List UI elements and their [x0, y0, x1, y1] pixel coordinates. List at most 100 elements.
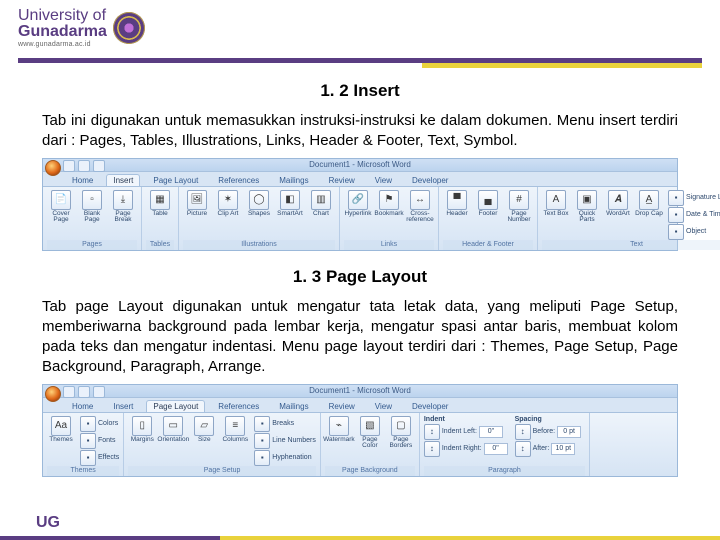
spinner-value[interactable]: 0 pt: [557, 426, 581, 438]
tab-mailings[interactable]: Mailings: [272, 400, 315, 412]
ribbon-button-watermark[interactable]: ⌁Watermark: [325, 416, 353, 444]
small-icon: ▪: [254, 450, 270, 466]
ribbon-button-page-number[interactable]: #Page Number: [505, 190, 533, 224]
paragraph-field[interactable]: ↕Before:0 pt: [515, 424, 582, 440]
ribbon-button-cross-reference[interactable]: ↔Cross-reference: [406, 190, 434, 224]
ribbon-group-label: Text: [542, 240, 720, 250]
ribbon-button-wordart[interactable]: 𝑨WordArt: [604, 190, 632, 218]
paragraph-field[interactable]: ↕Indent Left:0": [424, 424, 508, 440]
ribbon-button-size[interactable]: ▱Size: [190, 416, 218, 444]
tab-references[interactable]: References: [211, 400, 266, 412]
ribbon-button-orientation[interactable]: ▭Orientation: [159, 416, 187, 444]
quick-access-toolbar[interactable]: [63, 160, 105, 172]
ribbon-button-page-borders[interactable]: ▢Page Borders: [387, 416, 415, 450]
section-1-title: 1. 2 Insert: [42, 81, 678, 101]
slide-header: University of Gunadarma www.gunadarma.ac…: [0, 0, 720, 65]
tab-insert[interactable]: Insert: [106, 174, 140, 186]
ribbon-insert-screenshot: Document1 - Microsoft Word HomeInsertPag…: [42, 158, 678, 251]
word-title-bar: Document1 - Microsoft Word: [43, 385, 677, 398]
office-button-icon[interactable]: [45, 386, 61, 402]
ribbon-small-button-fonts[interactable]: ▪Fonts: [80, 433, 119, 449]
ribbon-tabs-row: Home Insert Page Layout References Mailings R…: [43, 398, 677, 413]
paragraph-field[interactable]: ↕After:10 pt: [515, 441, 582, 457]
ribbon-button-table[interactable]: ▦Table: [146, 190, 174, 218]
ribbon-button-bookmark[interactable]: ⚑Bookmark: [375, 190, 403, 218]
ribbon-button-smartart[interactable]: ◧SmartArt: [276, 190, 304, 218]
tab-review[interactable]: Review: [322, 174, 362, 186]
cover-page-icon: 📄: [51, 190, 71, 210]
ribbon-button-label: Hyperlink: [344, 211, 371, 218]
orientation-icon: ▭: [163, 416, 183, 436]
blank-page-icon: ▫: [82, 190, 102, 210]
quick-access-toolbar[interactable]: [63, 386, 105, 398]
section-1-paragraph: Tab ini digunakan untuk memasukkan instr…: [42, 111, 678, 152]
ribbon-button-clip-art[interactable]: ✶Clip Art: [214, 190, 242, 218]
ribbon-button-header[interactable]: ▀Header: [443, 190, 471, 218]
tab-page-layout[interactable]: Page Layout: [146, 400, 205, 412]
logo-area: University of Gunadarma www.gunadarma.ac…: [18, 8, 702, 48]
tab-review[interactable]: Review: [322, 400, 362, 412]
quick-parts-icon: ▣: [577, 190, 597, 210]
ribbon-button-drop-cap[interactable]: A̲Drop Cap: [635, 190, 663, 218]
paragraph-field[interactable]: ↕Indent Right:0": [424, 441, 508, 457]
small-icon: ▪: [80, 416, 96, 432]
tab-references[interactable]: References: [211, 174, 266, 186]
ribbon-button-picture[interactable]: 🖼Picture: [183, 190, 211, 218]
spinner-value[interactable]: 0": [479, 426, 503, 438]
ribbon-button-chart[interactable]: ▥Chart: [307, 190, 335, 218]
ribbon-small-button-line-numbers[interactable]: ▪Line Numbers: [254, 433, 316, 449]
small-icon: ▪: [668, 224, 684, 240]
clip-art-icon: ✶: [218, 190, 238, 210]
footer-icon: ▄: [478, 190, 498, 210]
ribbon-button-hyperlink[interactable]: 🔗Hyperlink: [344, 190, 372, 218]
ribbon-small-button-breaks[interactable]: ▪Breaks: [254, 416, 316, 432]
ribbon-button-text-box[interactable]: AText Box: [542, 190, 570, 218]
ribbon-button-columns[interactable]: ≡Columns: [221, 416, 249, 444]
tab-mailings[interactable]: Mailings: [272, 174, 315, 186]
small-icon: ▪: [668, 190, 684, 206]
ribbon-button-themes[interactable]: AaThemes: [47, 416, 75, 444]
tab-insert[interactable]: Insert: [106, 400, 140, 412]
ribbon-button-margins[interactable]: ▯Margins: [128, 416, 156, 444]
ribbon-group-label: Page Background: [325, 466, 415, 476]
spinner-value[interactable]: 10 pt: [551, 443, 575, 455]
tab-developer[interactable]: Developer: [405, 400, 455, 412]
tab-developer[interactable]: Developer: [405, 174, 455, 186]
small-icon: ▪: [254, 416, 270, 432]
ribbon-small-button-hyphenation[interactable]: ▪Hyphenation: [254, 450, 316, 466]
tab-home[interactable]: Home: [65, 174, 100, 186]
ribbon-button-shapes[interactable]: ◯Shapes: [245, 190, 273, 218]
spinner-value[interactable]: 0": [484, 443, 508, 455]
ribbon-group-pages: 📄Cover Page▫Blank Page⤓Page BreakPages: [43, 187, 142, 250]
ribbon-group-label: Page Setup: [128, 466, 316, 476]
ribbon-button-footer[interactable]: ▄Footer: [474, 190, 502, 218]
ribbon-button-quick-parts[interactable]: ▣Quick Parts: [573, 190, 601, 224]
ribbon-button-label: Size: [198, 437, 211, 444]
ribbon-group-label: Paragraph: [424, 466, 585, 476]
ribbon-small-button-colors[interactable]: ▪Colors: [80, 416, 119, 432]
university-seal-icon: [113, 12, 145, 44]
smartart-icon: ◧: [280, 190, 300, 210]
wordart-icon: 𝑨: [608, 190, 628, 210]
spinner-icon: ↕: [515, 441, 531, 457]
tab-home[interactable]: Home: [65, 400, 100, 412]
small-icon: ▪: [254, 433, 270, 449]
tab-page-layout[interactable]: Page Layout: [146, 174, 205, 186]
logo-line1: University of: [18, 7, 106, 24]
ribbon-button-page-break[interactable]: ⤓Page Break: [109, 190, 137, 224]
ribbon-group-label: Links: [344, 240, 434, 250]
ribbon-button-label: Drop Cap: [635, 211, 663, 218]
office-button-icon[interactable]: [45, 160, 61, 176]
small-icon: ▪: [80, 433, 96, 449]
ribbon-button-page-color[interactable]: ▧Page Color: [356, 416, 384, 450]
ribbon-group-label: Tables: [146, 240, 174, 250]
ribbon-button-blank-page[interactable]: ▫Blank Page: [78, 190, 106, 224]
ribbon-small-button-date-time[interactable]: ▪Date & Time: [668, 207, 720, 223]
tab-view[interactable]: View: [368, 400, 399, 412]
hyperlink-icon: 🔗: [348, 190, 368, 210]
ribbon-small-button-effects[interactable]: ▪Effects: [80, 450, 119, 466]
tab-view[interactable]: View: [368, 174, 399, 186]
ribbon-small-button-signature-line[interactable]: ▪Signature Line: [668, 190, 720, 206]
ribbon-button-cover-page[interactable]: 📄Cover Page: [47, 190, 75, 224]
ribbon-small-button-object[interactable]: ▪Object: [668, 224, 720, 240]
